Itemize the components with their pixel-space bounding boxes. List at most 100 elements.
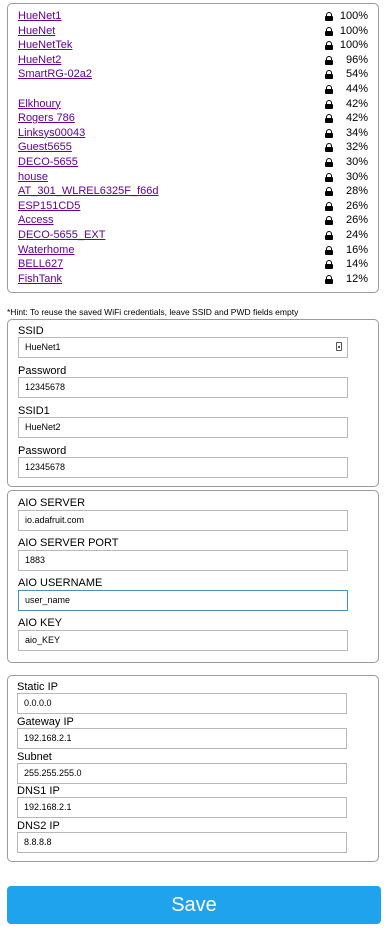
wifi-network-link[interactable]: AT_301_WLREL6325F_f66d	[18, 184, 158, 199]
wifi-network-link[interactable]: HueNetTek	[18, 38, 72, 53]
wifi-network-link[interactable]: HueNet1	[18, 9, 61, 24]
wifi-network-row: Elkhoury 42%	[18, 97, 368, 112]
wifi-network-row: Rogers 786 42%	[18, 111, 368, 126]
static-ip-input[interactable]: 0.0.0.0	[17, 693, 347, 714]
wifi-network-link[interactable]: Rogers 786	[18, 111, 75, 126]
aio-server-input[interactable]: io.adafruit.com	[18, 510, 348, 531]
signal-strength: 28%	[345, 185, 368, 198]
wifi-network-row: FishTank 12%	[18, 272, 368, 287]
lock-icon	[325, 260, 333, 270]
signal-strength: 30%	[345, 156, 368, 168]
aio-settings-section: AIO SERVER io.adafruit.com AIO SERVER PO…	[7, 490, 379, 663]
wifi-network-row: house 30%	[18, 170, 368, 185]
wifi-network-link[interactable]: Waterhome	[18, 243, 74, 258]
dns2-label: DNS2 IP	[17, 820, 60, 832]
gateway-ip-label: Gateway IP	[17, 716, 74, 728]
wifi-network-row: DECO-5655 30%	[18, 155, 368, 170]
wifi-network-link[interactable]: HueNet2	[18, 53, 61, 68]
wifi-network-row: HueNet1 100%	[18, 9, 368, 24]
wifi-credentials-section: SSID HueNet1 Password 12345678 SSID1 Hue…	[7, 319, 379, 487]
wifi-network-row: Guest5655 32%	[18, 140, 368, 155]
signal-strength: 16%	[345, 243, 368, 256]
wifi-network-link[interactable]: SmartRG-02a2	[18, 67, 92, 82]
signal-strength: 14%	[345, 258, 368, 271]
wifi-network-link[interactable]: Access	[18, 213, 53, 228]
lock-icon	[325, 231, 333, 240]
lock-icon	[325, 85, 333, 94]
wifi-network-link[interactable]: Linksys00043	[18, 126, 85, 141]
static-ip-label: Static IP	[17, 681, 58, 693]
subnet-label: Subnet	[17, 751, 52, 763]
lock-icon	[325, 143, 333, 153]
dns2-input[interactable]: 8.8.8.8	[17, 832, 347, 853]
wifi-network-link[interactable]: Guest5655	[18, 140, 72, 155]
aio-username-input[interactable]: user_name	[18, 590, 348, 611]
wifi-network-link[interactable]: DECO-5655_EXT	[18, 228, 105, 243]
gateway-ip-input[interactable]: 192.168.2.1	[17, 728, 347, 749]
ssid-label: SSID	[18, 325, 44, 337]
wifi-network-list: HueNet1 100% HueNet 100% HueNetTek 100% HueNet…	[7, 3, 379, 293]
password1-input[interactable]: 12345678	[18, 457, 348, 478]
wifi-network-link[interactable]: house	[18, 170, 48, 185]
wifi-network-link[interactable]: FishTank	[18, 272, 62, 287]
dns1-input[interactable]: 192.168.2.1	[17, 797, 347, 818]
signal-strength: 34%	[345, 126, 368, 139]
lock-icon	[325, 70, 333, 80]
signal-strength: 100%	[339, 24, 368, 37]
aio-server-label: AIO SERVER	[18, 497, 86, 509]
save-button[interactable]: Save	[7, 886, 381, 924]
ssid1-label: SSID1	[18, 405, 50, 417]
signal-strength: 42%	[345, 97, 368, 110]
lock-icon	[325, 274, 333, 284]
signal-strength: 44%	[345, 83, 368, 95]
aio-key-input[interactable]: aio_KEY	[18, 630, 348, 651]
subnet-input[interactable]: 255.255.255.0	[17, 763, 347, 784]
wifi-network-link[interactable]: ESP151CD5	[18, 199, 80, 214]
lock-icon	[325, 201, 333, 211]
lock-icon	[325, 216, 333, 226]
aio-port-input[interactable]: 1883	[18, 550, 348, 571]
lock-icon	[325, 158, 333, 167]
password-input[interactable]: 12345678	[18, 377, 348, 398]
signal-strength: 24%	[345, 229, 368, 241]
wifi-network-link[interactable]: HueNet	[18, 24, 55, 39]
lock-icon	[325, 55, 333, 65]
wifi-network-link[interactable]: DECO-5655	[18, 155, 78, 170]
lock-icon	[325, 187, 333, 197]
wifi-network-row: Waterhome 16%	[18, 243, 368, 258]
wifi-network-row: 44%	[18, 82, 368, 97]
wifi-network-row: AT_301_WLREL6325F_f66d 28%	[18, 184, 368, 199]
signal-strength: 42%	[345, 112, 368, 125]
credential-key-icon[interactable]	[336, 342, 342, 351]
wifi-network-row: HueNet2 96%	[18, 53, 368, 68]
ssid-value: HueNet1	[25, 342, 61, 352]
signal-strength: 54%	[345, 68, 368, 81]
signal-strength: 26%	[345, 199, 368, 212]
aio-username-label: AIO USERNAME	[18, 577, 103, 589]
wifi-network-row: SmartRG-02a2 54%	[18, 67, 368, 82]
dns1-label: DNS1 IP	[17, 785, 60, 797]
lock-icon	[325, 26, 333, 36]
lock-icon	[325, 172, 333, 182]
signal-strength: 100%	[339, 39, 368, 52]
signal-strength: 30%	[345, 170, 368, 183]
lock-icon	[325, 114, 333, 124]
lock-icon	[325, 128, 333, 138]
lock-icon	[325, 99, 333, 109]
wifi-network-link[interactable]: BELL627	[18, 257, 63, 272]
aio-key-label: AIO KEY	[18, 617, 63, 629]
ssid1-input[interactable]: HueNet2	[18, 417, 348, 438]
lock-icon	[325, 41, 333, 51]
signal-strength: 100%	[339, 10, 368, 22]
signal-strength: 26%	[345, 214, 368, 227]
wifi-network-link[interactable]: Elkhoury	[18, 97, 61, 112]
wifi-network-row: DECO-5655_EXT 24%	[18, 228, 368, 243]
hint-text: *Hint: To reuse the saved WiFi credentia…	[7, 307, 299, 317]
wifi-network-row: Linksys00043 34%	[18, 126, 368, 141]
wifi-network-row: BELL627 14%	[18, 257, 368, 272]
wifi-network-row: HueNet 100%	[18, 24, 368, 39]
signal-strength: 96%	[345, 53, 368, 66]
ssid-input[interactable]: HueNet1	[18, 337, 348, 358]
network-settings-section: Static IP 0.0.0.0 Gateway IP 192.168.2.1…	[7, 675, 379, 862]
password-label: Password	[18, 365, 67, 377]
